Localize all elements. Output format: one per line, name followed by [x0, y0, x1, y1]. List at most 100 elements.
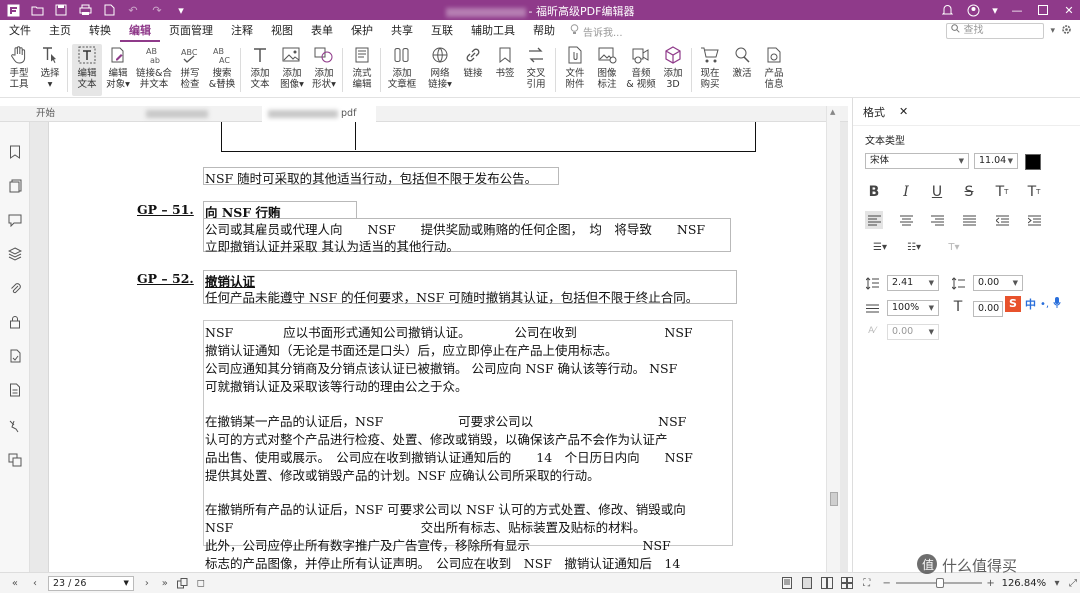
zoom-slider[interactable]	[895, 578, 982, 588]
select-tool-button[interactable]: 选择 ▾	[35, 44, 65, 90]
ime-language[interactable]: 中	[1025, 296, 1036, 312]
horizontal-scale-field[interactable]: 100% ▼	[887, 300, 939, 316]
cross-reference-button[interactable]: 交叉 引用	[521, 44, 551, 90]
undo-icon[interactable]: ↶	[126, 3, 140, 17]
font-color-swatch[interactable]	[1025, 154, 1041, 170]
file-attachment-button[interactable]: 文件 附件	[560, 44, 590, 90]
vertical-scrollbar[interactable]: ▲	[826, 106, 840, 572]
page-thumbnails-icon[interactable]	[7, 178, 23, 194]
strikethrough-icon[interactable]: S	[960, 183, 978, 201]
flow-edit-button[interactable]: 流式 编辑	[347, 44, 377, 90]
minimize-icon[interactable]: —	[1010, 3, 1024, 17]
menu-protect[interactable]: 保护	[342, 20, 382, 42]
previous-page-icon[interactable]: ‹	[28, 576, 42, 590]
security-lock-icon[interactable]	[7, 314, 23, 330]
menu-edit[interactable]: 编辑	[120, 20, 160, 42]
scrollbar-thumb[interactable]	[830, 492, 838, 506]
menu-comment[interactable]: 注释	[222, 20, 262, 42]
add-shape-button[interactable]: 添加 形状▾	[309, 44, 339, 90]
customize-dropdown-icon[interactable]: ▾	[174, 3, 188, 17]
first-page-icon[interactable]: «	[8, 576, 22, 590]
align-right-icon[interactable]	[928, 211, 946, 229]
continuous-view-icon[interactable]	[800, 576, 814, 590]
list-style-icon[interactable]: T▾	[941, 238, 967, 256]
search-options-icon[interactable]: ▾	[1050, 26, 1055, 36]
bold-icon[interactable]: B	[865, 183, 883, 201]
edit-object-button[interactable]: 编辑 对象▾	[103, 44, 133, 90]
signature-panel-icon[interactable]	[7, 348, 23, 364]
accessibility-icon[interactable]	[7, 418, 23, 434]
account-icon[interactable]	[966, 3, 980, 17]
compare-panel-icon[interactable]	[7, 452, 23, 468]
close-panel-icon[interactable]: ✕	[899, 105, 908, 118]
zoom-level[interactable]: 126.84%	[1002, 578, 1047, 589]
character-spacing-field[interactable]: 0.00	[973, 301, 1003, 317]
zoom-in-icon[interactable]: +	[984, 576, 998, 590]
edit-text-button[interactable]: 编辑 文本	[72, 44, 102, 96]
zoom-out-icon[interactable]: −	[880, 576, 894, 590]
fullscreen-icon[interactable]: ⤢	[1066, 576, 1080, 590]
align-justify-icon[interactable]	[960, 211, 978, 229]
text-line[interactable]: 可就撤销认证及采取该等行动的理由公之于众。	[205, 376, 468, 395]
next-view-icon[interactable]: ◻	[194, 576, 208, 590]
underline-icon[interactable]: U	[928, 183, 946, 201]
numbered-list-icon[interactable]: ☷▾	[901, 238, 927, 256]
subscript-icon[interactable]: TT	[1025, 183, 1043, 201]
text-line[interactable]: 提供其处置、修改或销毁产品的计划。NSF 应确认公司所采取的行动。	[205, 465, 600, 484]
line-spacing-field[interactable]: 2.41 ▼	[887, 275, 939, 291]
text-line[interactable]: 立即撤销认证并采取 其认为适当的其他行动。	[205, 236, 459, 255]
print-icon[interactable]	[78, 3, 92, 17]
zoom-dropdown-icon[interactable]: ▾	[1050, 576, 1064, 590]
close-icon[interactable]: ✕	[1062, 3, 1076, 17]
activate-button[interactable]: 激活	[727, 44, 757, 79]
settings-icon[interactable]	[1061, 24, 1072, 38]
text-line[interactable]: NSF 随时可采取的其他适当行动，包括但不限于发布公告。	[205, 168, 537, 187]
hand-tool-button[interactable]: 手型 工具	[4, 44, 34, 90]
menu-view[interactable]: 视图	[262, 20, 302, 42]
microphone-icon[interactable]	[1053, 296, 1061, 312]
pdf-page[interactable]: NSF 随时可采取的其他适当行动，包括但不限于发布公告。 GP – 51. 向 …	[48, 122, 832, 572]
buy-now-button[interactable]: 现在 购买	[695, 44, 725, 90]
new-document-icon[interactable]	[102, 3, 116, 17]
bell-icon[interactable]	[940, 3, 954, 17]
scroll-up-arrow[interactable]: ▲	[830, 108, 835, 116]
content-panel-icon[interactable]	[7, 382, 23, 398]
text-line[interactable]: 标志的产品图像，并停止所有认证声明。 公司应在收到 NSF 撤销认证通知后 14	[205, 553, 680, 572]
two-page-view-icon[interactable]	[820, 576, 834, 590]
menu-help[interactable]: 帮助	[524, 20, 564, 42]
paragraph-spacing-field[interactable]: 0.00 ▼	[973, 275, 1023, 291]
increase-indent-icon[interactable]	[1025, 211, 1043, 229]
ime-toolbar[interactable]: S 中 •,	[1003, 294, 1079, 314]
add-text-button[interactable]: 添加 文本	[245, 44, 275, 90]
redo-icon[interactable]: ↷	[150, 3, 164, 17]
two-page-continuous-icon[interactable]	[840, 576, 854, 590]
link-merge-text-button[interactable]: AB ab 链接&合 并文本	[136, 44, 172, 90]
tell-me-box[interactable]: 告诉我...	[570, 24, 623, 39]
save-icon[interactable]	[54, 3, 68, 17]
font-size-select[interactable]: 11.04 ▼	[974, 153, 1018, 169]
search-replace-button[interactable]: AB AC 搜索 &替换	[207, 44, 237, 90]
italic-icon[interactable]: I	[897, 183, 915, 201]
text-line[interactable]: 在撤销某一产品的认证后，NSF 可要求公司以 NSF	[205, 411, 686, 430]
text-line[interactable]: 认可的方式对整个产品进行检疫、处置、修改或销毁，以确保该产品不会作为认证产	[205, 429, 668, 448]
single-page-view-icon[interactable]	[780, 576, 794, 590]
open-folder-icon[interactable]	[30, 3, 44, 17]
align-center-icon[interactable]	[897, 211, 915, 229]
previous-view-icon[interactable]	[176, 576, 190, 590]
text-line[interactable]: NSF 应以书面形式通知公司撤销认证。 公司在收到 NSF	[205, 322, 693, 341]
add-3d-button[interactable]: 添加 3D	[658, 44, 688, 90]
bookmark-button[interactable]: 书签	[490, 44, 520, 79]
fit-page-icon[interactable]: ⛶	[860, 576, 874, 590]
tab-blurred-doc[interactable]	[140, 106, 208, 122]
text-line[interactable]: 任何产品未能遵守 NSF 的任何要求，NSF 可随时撤销其认证，包括但不限于终止…	[205, 287, 698, 306]
menu-organize[interactable]: 页面管理	[160, 20, 222, 42]
text-line[interactable]: 此外，公司应停止所有数字推广及广告宣传，移除所有显示 NSF	[205, 535, 671, 554]
add-article-box-button[interactable]: 添加 文章框	[385, 44, 419, 90]
add-image-button[interactable]: 添加 图像▾	[277, 44, 307, 90]
attachments-panel-icon[interactable]	[7, 280, 23, 296]
sogou-ime-icon[interactable]: S	[1005, 296, 1021, 312]
web-link-button[interactable]: 网络 链接▾	[425, 44, 455, 90]
align-left-icon[interactable]	[865, 211, 883, 229]
menu-form[interactable]: 表单	[302, 20, 342, 42]
image-annotation-button[interactable]: 图像 标注	[592, 44, 622, 90]
